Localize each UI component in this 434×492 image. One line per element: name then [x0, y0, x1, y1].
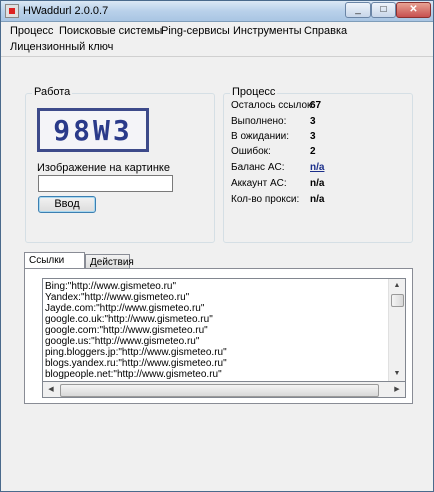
list-item[interactable]: Yandex:"http://www.gismeteo.ru" [45, 292, 189, 303]
app-window: HWaddurl 2.0.0.7 _ □ ✕ Процесс Поисковые… [0, 0, 434, 492]
links-list[interactable]: Bing:"http://www.gismeteo.ru" Yandex:"ht… [42, 278, 406, 382]
scroll-down-icon[interactable]: ▼ [389, 367, 405, 381]
vertical-scrollbar[interactable]: ▲ ▼ [388, 279, 405, 381]
tab-actions[interactable]: Действия [85, 254, 134, 269]
image-label: Изображение на картинке [37, 162, 170, 174]
account-ac-value: n/a [310, 178, 325, 189]
errors-label: Ошибок: [231, 146, 271, 157]
proxy-count-label: Кол-во прокси: [231, 194, 300, 205]
list-item[interactable]: blogs.yandex.ru:"http://www.gismeteo.ru" [45, 358, 227, 369]
scroll-left-icon[interactable]: ◀ [43, 382, 59, 397]
menu-search-engines[interactable]: Поисковые системы [59, 25, 162, 37]
captcha-input[interactable] [38, 175, 173, 192]
list-item[interactable]: google.com:"http://www.gismeteo.ru" [45, 325, 208, 336]
window-title: HWaddurl 2.0.0.7 [23, 5, 109, 17]
remaining-links-value: 67 [310, 100, 322, 111]
horizontal-scrollbar[interactable]: ◀ ▶ [42, 382, 406, 398]
work-group-title: Работа [32, 86, 73, 98]
list-item[interactable]: ping.bloggers.jp:"http://www.gismeteo.ru… [45, 347, 227, 358]
list-item[interactable]: google.co.uk:"http://www.gismeteo.ru" [45, 314, 213, 325]
errors-value: 2 [310, 146, 316, 157]
list-item[interactable]: google.us:"http://www.gismeteo.ru" [45, 336, 199, 347]
menu-license-key[interactable]: Лицензионный ключ [10, 41, 113, 53]
menu-tools[interactable]: Инструменты [233, 25, 302, 37]
done-value: 3 [310, 116, 316, 127]
maximize-button[interactable]: □ [371, 2, 396, 18]
list-item[interactable]: blogpeople.net:"http://www.gismeteo.ru" [45, 369, 222, 380]
enter-button[interactable]: Ввод [38, 196, 96, 213]
horizontal-scroll-thumb[interactable] [60, 384, 379, 397]
remaining-links-label: Осталось ссылок: [231, 100, 315, 111]
done-label: Выполнено: [231, 116, 287, 127]
app-icon [5, 4, 19, 18]
minimize-button[interactable]: _ [345, 2, 371, 18]
waiting-label: В ожидании: [231, 131, 290, 142]
menu-help[interactable]: Справка [304, 25, 347, 37]
captcha-image: 98W3 [37, 108, 149, 152]
proxy-count-value: n/a [310, 194, 325, 205]
waiting-value: 3 [310, 131, 316, 142]
balance-ac-label: Баланс AC: [231, 162, 285, 173]
scroll-up-icon[interactable]: ▲ [389, 279, 405, 293]
captcha-text: 98W3 [40, 111, 146, 149]
tab-links[interactable]: Ссылки (67) [24, 252, 85, 281]
menu-bar: Процесс Поисковые системы Ping-сервисы И… [1, 22, 433, 57]
menu-ping-services[interactable]: Ping-сервисы [161, 25, 230, 37]
list-item[interactable]: Jayde.com:"http://www.gismeteo.ru" [45, 303, 204, 314]
menu-process[interactable]: Процесс [10, 25, 53, 37]
account-ac-label: Аккаунт AC: [231, 178, 287, 189]
scroll-right-icon[interactable]: ▶ [389, 382, 405, 397]
close-button[interactable]: ✕ [396, 2, 431, 18]
list-item[interactable]: Bing:"http://www.gismeteo.ru" [45, 281, 176, 292]
title-bar[interactable]: HWaddurl 2.0.0.7 _ □ ✕ [1, 1, 433, 22]
balance-ac-link[interactable]: n/a [310, 162, 324, 173]
vertical-scroll-thumb[interactable] [391, 294, 404, 307]
process-group-title: Процесс [230, 86, 278, 98]
